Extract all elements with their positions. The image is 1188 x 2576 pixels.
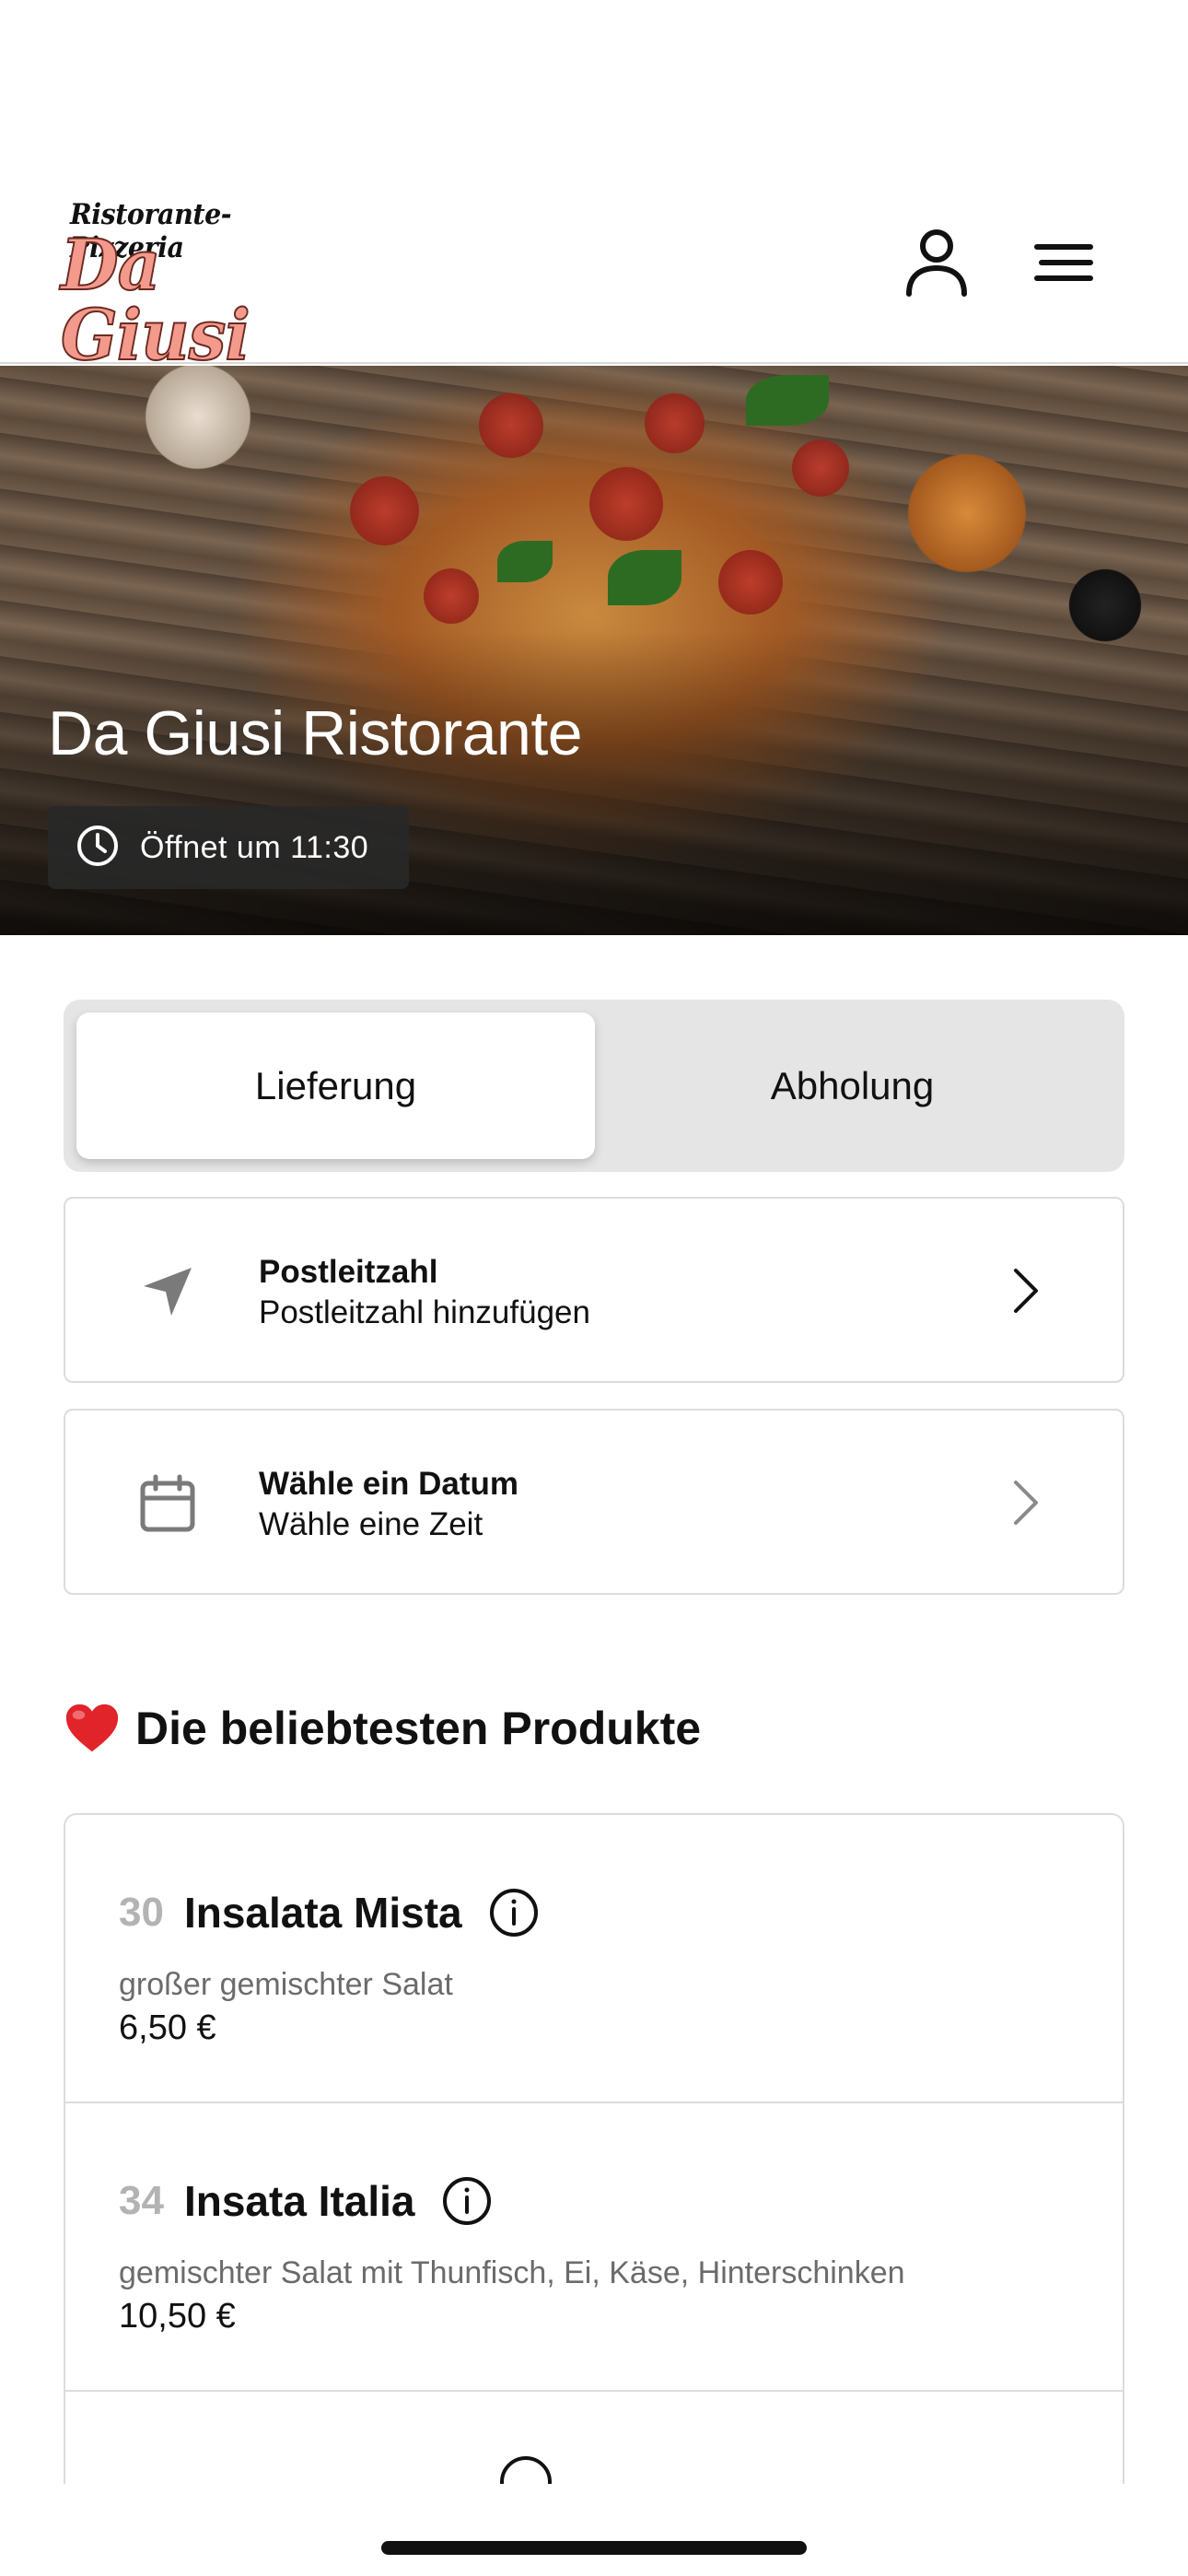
partial-product-head (119, 2456, 553, 2484)
product-name: Insalata Mista (183, 1889, 462, 1937)
hero-image-detail (608, 550, 681, 605)
restaurant-logo[interactable]: Ristorante-Pizzeria Da Giusi (60, 189, 300, 371)
logo-title: Da Giusi (60, 224, 251, 376)
partial-product-number (119, 2459, 130, 2484)
product-price: 10,50 € (119, 2297, 236, 2336)
product-description: großer gemischter Salat (119, 1967, 453, 2002)
popular-products-list: 30 Insalata Mista großer gemischter Sala… (64, 1813, 1124, 2484)
menu-icon[interactable] (1022, 221, 1105, 304)
list-item[interactable]: 30 Insalata Mista großer gemischter Sala… (65, 1815, 1123, 2103)
hero-image-detail (589, 467, 663, 541)
opening-status-text: Öffnet um 11:30 (140, 829, 369, 865)
calendar-icon (132, 1468, 204, 1540)
hero-image-detail (746, 375, 829, 426)
chevron-right-icon (1003, 1263, 1049, 1318)
hero-image-detail (424, 568, 479, 624)
chevron-right-icon (1003, 1475, 1049, 1530)
product-description: gemischter Salat mit Thunfisch, Ei, Käse… (119, 2255, 905, 2290)
info-icon (500, 2456, 553, 2484)
product-name: Insata Italia (183, 2177, 415, 2225)
hero-image-detail (718, 550, 783, 615)
info-icon[interactable] (441, 2175, 493, 2227)
hero-image-detail (645, 393, 705, 453)
date-title: Wähle ein Datum (259, 1466, 518, 1502)
heart-icon (65, 1704, 119, 1752)
date-time-selector[interactable]: Wähle ein Datum Wähle eine Zeit (64, 1409, 1124, 1595)
hero-image-detail (350, 476, 419, 545)
location-arrow-icon (132, 1256, 204, 1328)
info-icon[interactable] (488, 1887, 540, 1938)
tab-delivery[interactable]: Lieferung (76, 1013, 595, 1159)
hero-banner: Da Giusi Ristorante Öffnet um 11:30 (0, 366, 1188, 935)
postcode-subtitle: Postleitzahl hinzufügen (259, 1294, 590, 1330)
product-number: 34 (119, 2178, 164, 2223)
postcode-title: Postleitzahl (259, 1254, 438, 1290)
product-price: 6,50 € (119, 2008, 216, 2047)
restaurant-name: Da Giusi Ristorante (48, 698, 583, 768)
tab-pickup[interactable]: Abholung (593, 1013, 1112, 1159)
user-icon[interactable] (895, 221, 978, 304)
postcode-selector[interactable]: Postleitzahl Postleitzahl hinzufügen (64, 1197, 1124, 1383)
popular-products-heading: Die beliebtesten Produkte (64, 1700, 701, 1757)
time-subtitle: Wähle eine Zeit (259, 1506, 483, 1542)
list-item-partial[interactable] (65, 2392, 1123, 2484)
hero-image-detail (497, 541, 553, 582)
opening-status-badge: Öffnet um 11:30 (48, 806, 409, 889)
popular-products-title: Die beliebtesten Produkte (135, 1703, 702, 1754)
list-item[interactable]: 34 Insata Italia gemischter Salat mit Th… (65, 2103, 1123, 2392)
product-number: 30 (119, 1890, 164, 1935)
hero-image-detail (479, 393, 543, 458)
order-mode-switch: Lieferung Abholung (64, 1000, 1124, 1172)
hero-image-detail (792, 439, 849, 497)
home-indicator (381, 2541, 807, 2555)
clock-icon (76, 824, 120, 872)
app-header: Ristorante-Pizzeria Da Giusi (0, 0, 1188, 371)
